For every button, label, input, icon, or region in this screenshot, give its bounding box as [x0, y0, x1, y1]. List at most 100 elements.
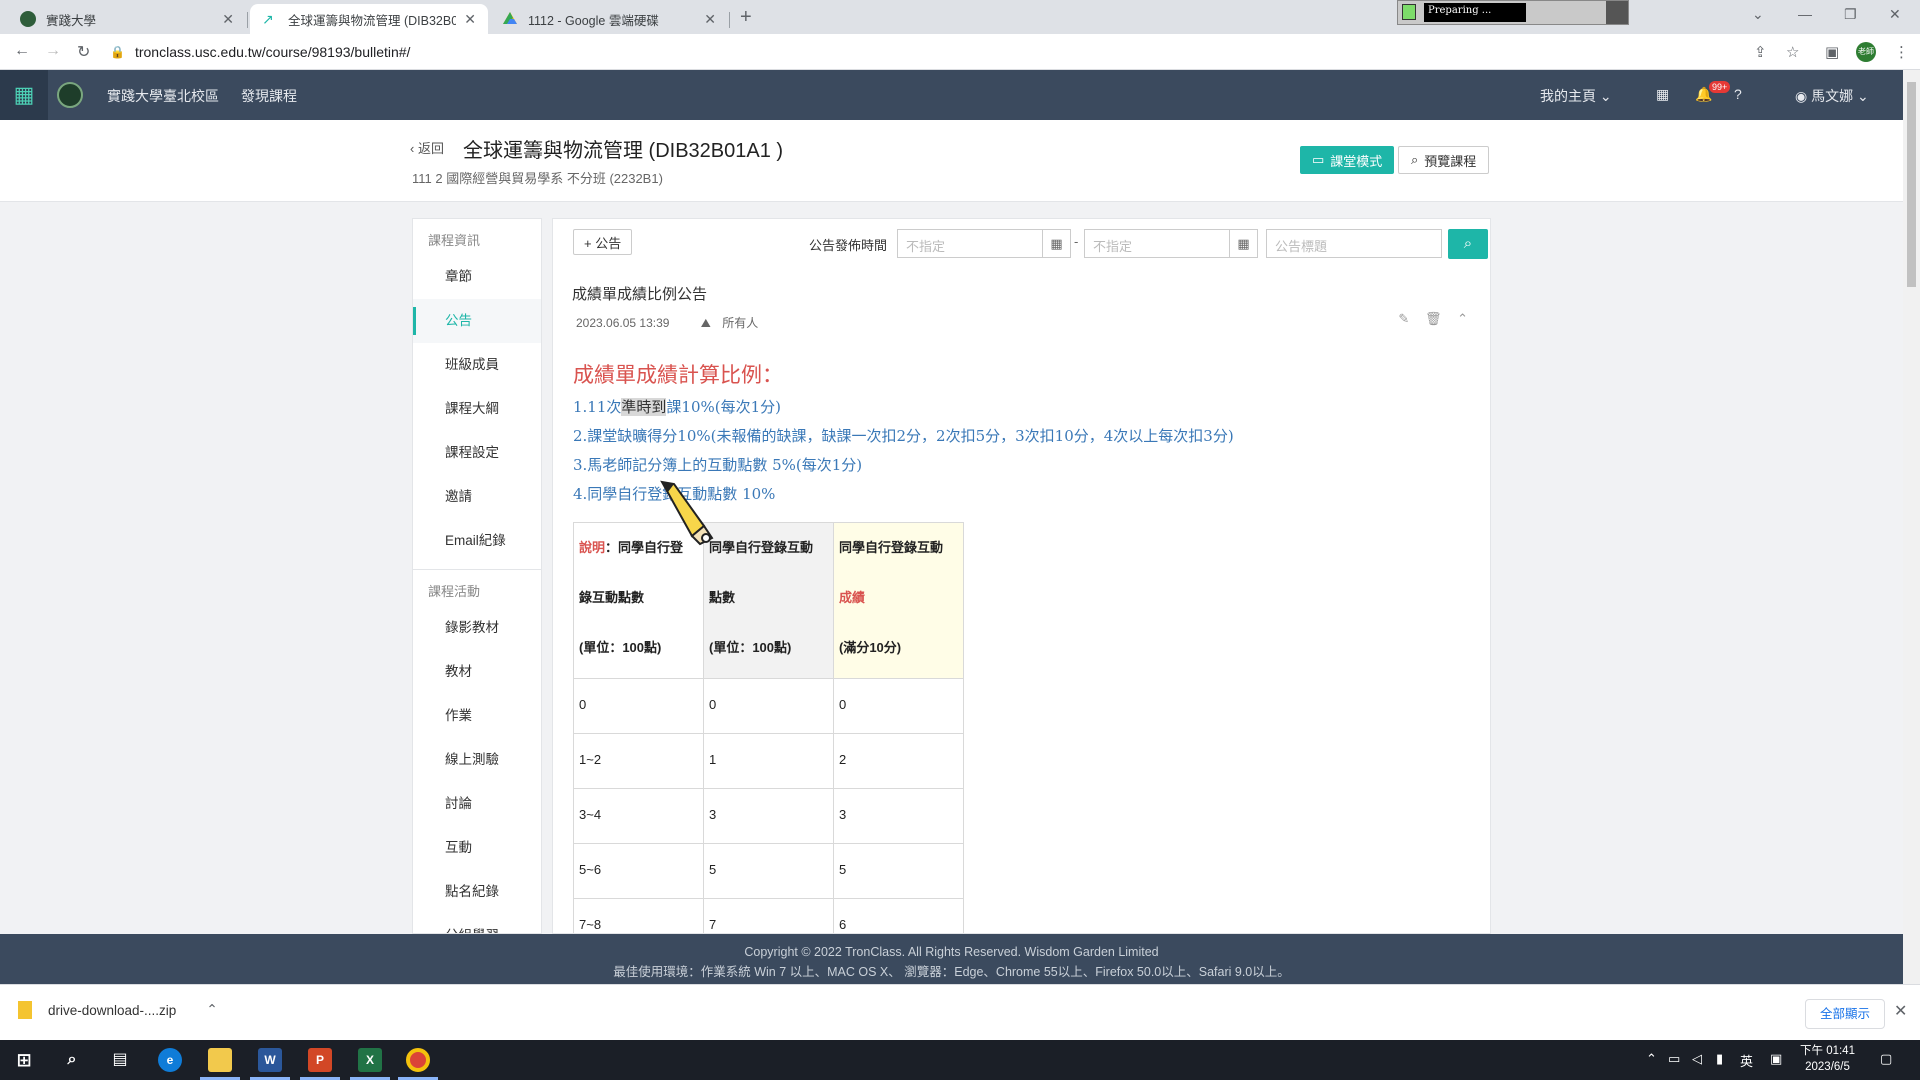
sidebar-item-interaction[interactable]: 互動: [413, 826, 541, 870]
tab-search-icon[interactable]: ⌄: [1752, 6, 1764, 23]
input-mode-icon[interactable]: ▣: [1770, 1051, 1782, 1067]
tab-close-icon[interactable]: ✕: [464, 11, 476, 28]
user-menu[interactable]: ◉ 馬文娜 ⌄: [1795, 86, 1869, 106]
scrollbar-thumb[interactable]: [1907, 82, 1916, 287]
forward-arrow-icon[interactable]: →: [45, 42, 61, 60]
app-launcher-icon[interactable]: ▦: [0, 70, 48, 120]
tray-chevron-up-icon[interactable]: ⌃: [1646, 1051, 1657, 1067]
table-row: 5~6 5 5: [573, 843, 964, 899]
browser-tab-3[interactable]: 1112 - Google 雲端硬碟 ✕: [490, 4, 728, 34]
side-panel-icon[interactable]: ▣: [1825, 43, 1839, 61]
page-scrollbar[interactable]: [1903, 70, 1920, 984]
widget-handle[interactable]: [1606, 1, 1628, 24]
sidebar-item-discussion[interactable]: 討論: [413, 782, 541, 826]
tab-separator: [247, 12, 248, 28]
school-favicon-icon: [20, 11, 36, 27]
network-icon[interactable]: ▭: [1668, 1051, 1680, 1067]
microphone-icon[interactable]: ▮: [1716, 1051, 1723, 1067]
system-clock[interactable]: 下午 01:41 2023/6/5: [1800, 1043, 1855, 1075]
tab-close-icon[interactable]: ✕: [704, 11, 716, 28]
new-tab-button[interactable]: +: [740, 6, 752, 29]
windows-start-icon[interactable]: ⊞: [12, 1048, 36, 1072]
nav-discover-courses[interactable]: 發現課程: [241, 86, 297, 106]
sidebar-item-invite[interactable]: 邀請: [413, 475, 541, 519]
sidebar-item-announcements[interactable]: 公告: [413, 299, 541, 343]
profile-avatar[interactable]: 老師: [1856, 42, 1876, 62]
back-link[interactable]: ‹ 返回: [410, 138, 444, 157]
tronclass-favicon-icon: ↗: [262, 11, 274, 27]
back-arrow-icon[interactable]: ←: [14, 42, 30, 60]
sidebar-item-chapters[interactable]: 章節: [413, 255, 541, 299]
school-logo[interactable]: [57, 82, 83, 108]
sidebar-item-syllabus[interactable]: 課程大綱: [413, 387, 541, 431]
tab-title: 全球運籌與物流管理 (DIB32B01A: [288, 13, 457, 28]
class-mode-button[interactable]: ▭ 課堂模式: [1300, 146, 1395, 174]
word-icon[interactable]: W: [258, 1048, 282, 1072]
search-button[interactable]: ⌕: [1448, 229, 1488, 259]
share-icon[interactable]: ⇪: [1754, 43, 1767, 61]
reload-icon[interactable]: ↻: [77, 42, 90, 62]
sidebar-item-quiz[interactable]: 線上測驗: [413, 738, 541, 782]
notification-center-icon[interactable]: ▢: [1880, 1051, 1892, 1067]
sidebar-item-homework[interactable]: 作業: [413, 694, 541, 738]
rule-1-highlight: 準時到: [621, 398, 667, 416]
calendar-icon[interactable]: ▦: [1229, 230, 1257, 257]
add-announcement-button[interactable]: + 公告: [573, 229, 633, 255]
close-download-bar-icon[interactable]: ✕: [1894, 1001, 1907, 1021]
edge-icon[interactable]: e: [158, 1048, 182, 1072]
score-table: 說明：同學自行登 錄互動點數 (單位：100點) 同學自行登錄互動 點數 (單位：100…: [573, 522, 964, 933]
url-input[interactable]: 🔒 tronclass.usc.edu.tw/course/98193/bull…: [110, 38, 1750, 66]
file-explorer-icon[interactable]: [208, 1048, 232, 1072]
chevron-up-icon[interactable]: ⌃: [206, 1002, 217, 1018]
powerpoint-icon[interactable]: P: [308, 1048, 332, 1072]
chrome-icon[interactable]: [406, 1048, 430, 1072]
sidebar-item-group-learning[interactable]: 分組學習: [413, 914, 541, 933]
help-icon[interactable]: ?: [1734, 86, 1742, 102]
table-header-row: 說明：同學自行登 錄互動點數 (單位：100點) 同學自行登錄互動 點數 (單位：100…: [573, 522, 964, 679]
table-row: 3~4 3 3: [573, 788, 964, 844]
sidebar-item-attendance[interactable]: 點名紀錄: [413, 870, 541, 914]
start-date-input[interactable]: 不指定 ▦: [897, 229, 1071, 258]
chevron-up-icon[interactable]: ⌃: [1457, 311, 1468, 326]
edit-icon[interactable]: ✎: [1398, 311, 1409, 326]
table-cell: 5~6: [573, 843, 704, 899]
user-name: 馬文娜: [1811, 88, 1854, 104]
minimize-icon[interactable]: —: [1798, 6, 1812, 22]
bulletin-title: 成績單成績比例公告: [572, 286, 708, 303]
my-home-menu[interactable]: 我的主頁 ⌄: [1540, 86, 1612, 106]
excel-icon[interactable]: X: [358, 1048, 382, 1072]
tab-close-icon[interactable]: ✕: [222, 11, 234, 28]
sidebar-item-materials[interactable]: 教材: [413, 650, 541, 694]
sidebar-item-email-log[interactable]: Email紀錄: [413, 519, 541, 563]
chevron-down-icon: ⌄: [1857, 88, 1869, 104]
announcement-title-input[interactable]: 公告標題: [1266, 229, 1442, 258]
browser-menu-icon[interactable]: ⋮: [1894, 43, 1909, 61]
nav-campus[interactable]: 實踐大學臺北校區: [107, 86, 219, 106]
sidebar-item-settings[interactable]: 課程設定: [413, 431, 541, 475]
download-item[interactable]: drive-download-....zip ⌃: [18, 1001, 218, 1019]
course-header: ‹ 返回 全球運籌與物流管理 (DIB32B01A1 ) 111 2 國際經營與…: [0, 120, 1903, 202]
restore-icon[interactable]: ❐: [1844, 6, 1857, 23]
calendar-icon[interactable]: ▦: [1656, 86, 1669, 103]
ime-indicator[interactable]: 英: [1740, 1051, 1753, 1070]
close-window-icon[interactable]: ✕: [1889, 6, 1901, 23]
table-cell: 5: [703, 843, 834, 899]
search-icon[interactable]: ⌕: [60, 1048, 84, 1072]
preview-course-button[interactable]: ⌕ 預覽課程: [1398, 146, 1490, 174]
page-footer: Copyright © 2022 TronClass. All Rights R…: [0, 934, 1903, 984]
calendar-icon[interactable]: ▦: [1042, 230, 1070, 257]
browser-tab-2[interactable]: ↗ 全球運籌與物流管理 (DIB32B01A ✕: [250, 4, 488, 34]
header-cell-2: 同學自行登錄互動 點數 (單位：100點): [703, 522, 834, 679]
bookmark-star-icon[interactable]: ☆: [1786, 43, 1799, 61]
clock-date: 2023/6/5: [1805, 1061, 1850, 1073]
sidebar-group-course-info: 課程資訊: [428, 233, 481, 248]
browser-tab-1[interactable]: 實踐大學 ✕: [8, 4, 246, 34]
volume-icon[interactable]: ◁: [1692, 1051, 1702, 1067]
my-home-label: 我的主頁: [1540, 88, 1596, 104]
end-date-input[interactable]: 不指定 ▦: [1084, 229, 1258, 258]
sidebar-item-members[interactable]: 班級成員: [413, 343, 541, 387]
task-view-icon[interactable]: ▤: [108, 1048, 132, 1072]
sidebar-item-videos[interactable]: 錄影教材: [413, 606, 541, 650]
trash-icon[interactable]: 🗑: [1425, 311, 1442, 326]
show-all-downloads-button[interactable]: 全部顯示: [1805, 999, 1886, 1029]
